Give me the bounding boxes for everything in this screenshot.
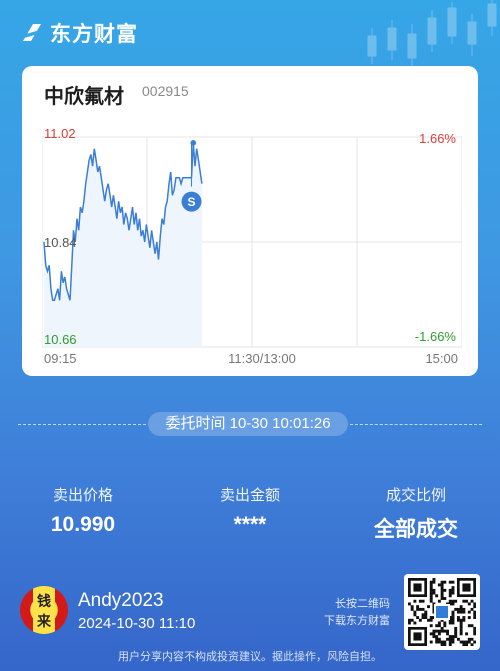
eastmoney-logo-icon [23,24,41,41]
stat-label: 卖出价格 [52,487,113,504]
avatar-char-top: 钱 [37,593,51,609]
stat-value: 全部成交 [374,518,458,541]
brand-logo: 东方财富 [20,18,138,48]
trade-stats: 卖出价格 10.990 卖出金额 **** 成交比例 全部成交 [0,484,500,544]
stat-label: 成交比例 [385,487,446,504]
order-time-pill: 委托时间 10-30 10:01:26 [148,412,348,436]
y-label-low: 10.66 [44,332,77,347]
stat-sell-amount: 卖出金额 **** [180,484,320,537]
dashed-divider-left [18,424,146,425]
qr-code[interactable] [404,574,480,650]
sell-signal-label: S [188,195,196,209]
x-label-close: 15:00 [425,351,458,366]
intraday-price-chart: S 11.02 10.84 10.66 1.66% -1.66% 09:15 1… [42,126,462,366]
stock-name: 中欣氟材 [44,86,124,108]
share-time: 2024-10-30 11:10 [78,615,196,632]
stat-value: **** [233,513,267,536]
pct-label-low: -1.66% [415,329,457,344]
disclaimer: 用户分享内容不构成投资建议。据此操作，风险自担。 [118,651,382,663]
qr-hint-line-2: 下载东方财富 [324,615,390,627]
pct-label-high: 1.66% [419,131,456,146]
candlestick-decoration [367,0,497,66]
stat-sell-price: 卖出价格 10.990 [13,484,153,537]
stat-label: 卖出金额 [219,487,280,504]
x-label-open: 09:15 [44,351,77,366]
qr-code-icon [408,578,476,646]
dashed-divider-right [350,424,482,425]
share-card-page: 东方财富 中欣氟材 002915 S 11.02 10.84 10.66 1.6… [0,0,500,671]
order-time-row: 委托时间 10-30 10:01:26 [0,412,500,436]
qr-hint: 长按二维码 下载东方财富 [300,596,390,630]
avatar-char-bottom: 来 [37,613,51,629]
y-label-reference: 10.84 [44,235,77,250]
qr-hint-line-1: 长按二维码 [335,598,390,610]
avatar: 钱 来 [20,586,68,634]
stat-value: 10.990 [50,513,116,536]
brand-name: 东方财富 [50,23,138,46]
user-name: Andy2023 [78,590,164,611]
y-label-high: 11.02 [44,126,76,141]
stat-fill-ratio: 成交比例 全部成交 [346,484,486,543]
x-label-midday: 11:30/13:00 [228,351,296,366]
stock-code: 002915 [142,83,189,99]
stock-card: 中欣氟材 002915 S 11.02 10.84 10.66 1.66% -1… [22,66,478,376]
